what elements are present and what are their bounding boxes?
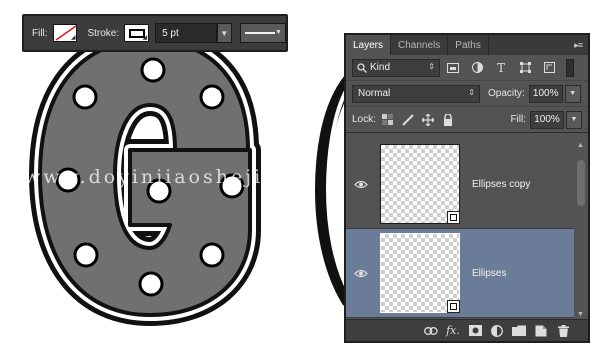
layer-list-scrollbar[interactable]: ▲ ▼ (574, 140, 588, 320)
shape-options-bar: Fill: ◢ Stroke: ◢ 5 pt ▼ ▼ (22, 14, 288, 52)
chevron-down-icon: ▼ (275, 29, 282, 36)
fill-opacity-dropdown[interactable]: ▼ (566, 110, 582, 129)
adjustment-layer-icon[interactable] (486, 323, 508, 339)
layer-name[interactable]: Ellipses (472, 268, 506, 279)
fill-opacity-value: 100% (534, 114, 560, 125)
scroll-down-arrow-icon[interactable]: ▼ (577, 311, 584, 318)
visibility-eye-icon[interactable] (346, 180, 376, 189)
stroke-width-field[interactable]: 5 pt (155, 23, 217, 43)
folder-icon[interactable] (508, 323, 530, 339)
filter-shape-icon[interactable] (514, 59, 536, 77)
tab-layers[interactable]: Layers (346, 35, 392, 55)
updown-arrow-icon: ⇕ (468, 87, 475, 97)
fx-label: fx. (446, 324, 460, 337)
fx-icon[interactable]: fx. (442, 323, 464, 339)
panel-menu-icon[interactable]: ▸≡ (574, 40, 583, 51)
filter-kind-label: Kind (370, 62, 391, 73)
opacity-value: 100% (532, 88, 559, 99)
visibility-eye-icon[interactable] (346, 269, 376, 278)
panel-tabs: Layers Channels Paths ▸≡ (346, 35, 588, 55)
blend-mode-value: Normal (358, 88, 391, 99)
chevron-down-icon: ▼ (569, 90, 577, 97)
filter-row: Kind ⇕ T (346, 55, 588, 81)
layer-name[interactable]: Ellipses copy (472, 179, 530, 190)
lock-label: Lock: (352, 114, 376, 125)
chevron-down-icon: ▼ (570, 116, 578, 123)
updown-arrow-icon: ⇕ (428, 61, 435, 71)
vector-shape-icon (447, 300, 460, 313)
lock-position-icon[interactable] (420, 112, 436, 128)
lock-all-icon[interactable] (440, 112, 456, 128)
lock-image-pixels-icon[interactable] (400, 112, 416, 128)
fill-opacity-label: Fill: (510, 114, 526, 125)
stroke-width-value: 5 pt (162, 27, 179, 39)
opacity-label: Opacity: (488, 88, 525, 99)
layer-row[interactable]: Ellipses copy (346, 140, 574, 229)
trash-icon[interactable] (552, 323, 574, 339)
stroke-dropdown-arrow-icon: ◢ (142, 35, 148, 41)
filter-toggle[interactable] (566, 58, 574, 77)
filter-kind-dropdown[interactable]: Kind ⇕ (352, 58, 440, 77)
new-layer-icon[interactable] (530, 323, 552, 339)
tab-channels[interactable]: Channels (391, 35, 449, 55)
filter-smartobject-icon[interactable] (538, 59, 560, 77)
filter-type-icon[interactable]: T (490, 59, 512, 77)
stroke-label: Stroke: (87, 27, 120, 39)
fill-dropdown-arrow-icon: ◢ (70, 35, 76, 41)
stroke-width-dropdown[interactable]: ▼ (216, 23, 232, 43)
fill-swatch[interactable]: ◢ (52, 24, 78, 42)
lock-row: Lock: Fill: 100% ▼ (346, 107, 588, 133)
lock-transparent-pixels-icon[interactable] (380, 112, 396, 128)
opacity-dropdown[interactable]: ▼ (564, 84, 581, 103)
scrollbar-thumb[interactable] (577, 160, 585, 206)
layers-panel: Layers Channels Paths ▸≡ Kind ⇕ T Normal… (344, 33, 590, 343)
layer-thumbnail[interactable] (380, 233, 460, 313)
fill-opacity-field[interactable]: 100% (530, 110, 564, 129)
stroke-swatch[interactable]: ◢ (124, 24, 150, 42)
filter-pixel-icon[interactable] (442, 59, 464, 77)
layer-row-selected[interactable]: Ellipses (346, 229, 574, 318)
link-layers-icon[interactable] (420, 323, 442, 339)
filter-adjustment-icon[interactable] (466, 59, 488, 77)
opacity-field[interactable]: 100% (528, 84, 563, 103)
blend-mode-dropdown[interactable]: Normal ⇕ (352, 84, 480, 103)
layers-bottom-toolbar: fx. (346, 319, 588, 341)
layer-list: Ellipses copy Ellipses (346, 140, 574, 320)
layer-thumbnail[interactable] (380, 144, 460, 224)
chevron-down-icon: ▼ (220, 28, 229, 38)
search-icon (357, 62, 367, 73)
stroke-type-dropdown[interactable]: ▼ (239, 23, 286, 43)
blend-row: Normal ⇕ Opacity: 100% ▼ (346, 81, 588, 107)
add-mask-icon[interactable] (464, 323, 486, 339)
tab-paths[interactable]: Paths (448, 35, 489, 55)
fill-label: Fill: (32, 27, 48, 39)
scroll-up-arrow-icon[interactable]: ▲ (577, 142, 584, 149)
solid-line-icon (244, 32, 275, 34)
vector-shape-icon (447, 211, 460, 224)
